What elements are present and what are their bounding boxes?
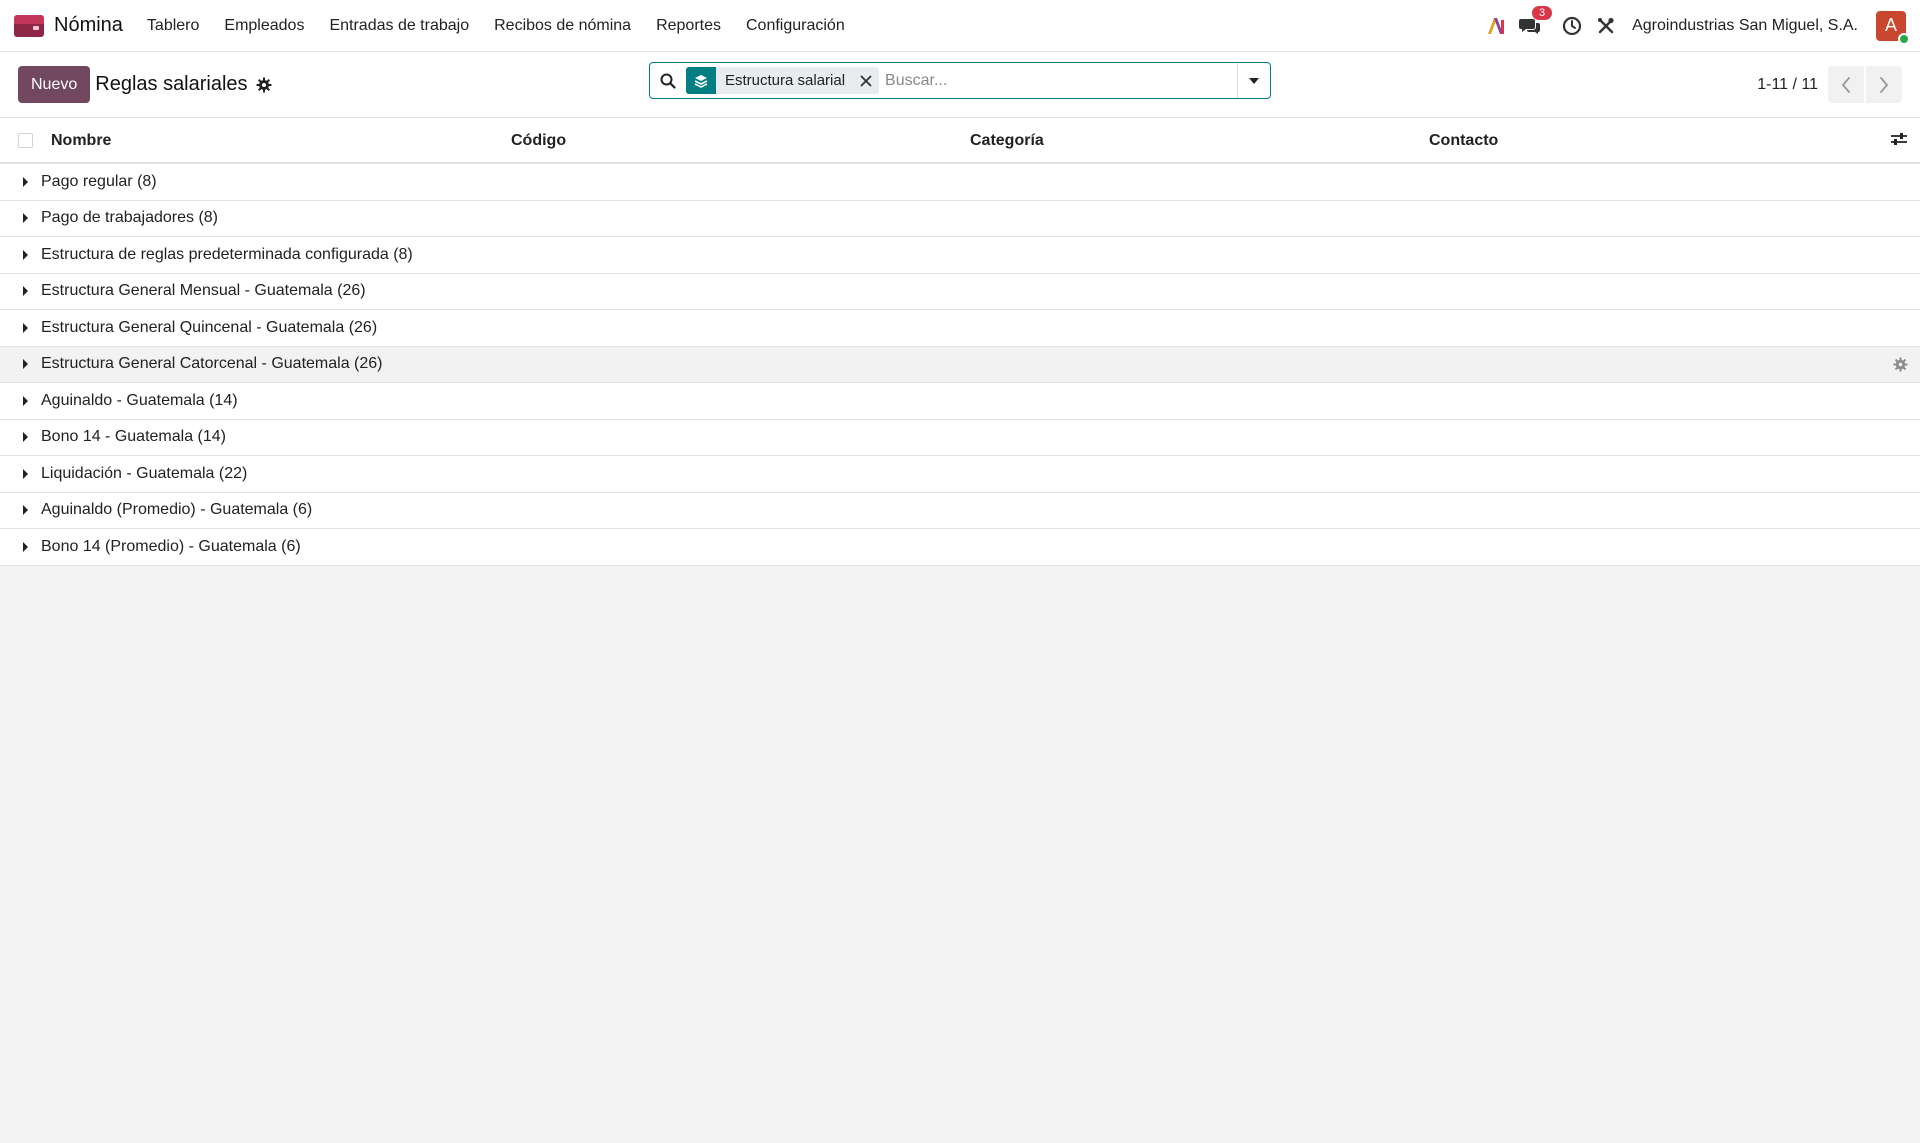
caret-right-icon: [23, 286, 28, 297]
column-header-contacto[interactable]: Contacto: [1429, 132, 1498, 150]
control-panel: Nuevo Reglas salariales Estructura salar…: [0, 52, 1920, 118]
group-label: Pago regular (8): [41, 172, 157, 190]
facet-label: Estructura salarial: [725, 72, 846, 89]
column-header-nombre[interactable]: Nombre: [51, 132, 111, 150]
group-config-gear-icon[interactable]: [1893, 356, 1908, 377]
column-header-categoria[interactable]: Categoría: [970, 132, 1044, 150]
caret-right-icon: [23, 395, 28, 406]
group-row[interactable]: Bono 14 (Promedio) - Guatemala (6): [0, 529, 1920, 566]
caret-right-icon: [23, 176, 28, 187]
avatar-letter: A: [1884, 15, 1897, 35]
caret-right-icon: [23, 359, 28, 370]
messages-count-badge: 3: [1532, 5, 1553, 20]
group-row[interactable]: Bono 14 - Guatemala (14): [0, 420, 1920, 456]
messages-icon[interactable]: 3: [1518, 5, 1553, 38]
column-header-codigo[interactable]: Código: [511, 132, 566, 150]
actions-gear-icon[interactable]: [256, 77, 272, 93]
ai-assistant-icon[interactable]: [1484, 14, 1508, 38]
group-row[interactable]: Estructura de reglas predeterminada conf…: [0, 237, 1920, 274]
search-bar: Estructura salarial: [649, 62, 1271, 99]
group-label: Bono 14 - Guatemala (14): [41, 428, 226, 446]
search-facet-group-by: Estructura salarial: [686, 67, 880, 94]
chevron-right-icon: [1880, 76, 1889, 93]
caret-right-icon: [23, 505, 28, 516]
pager: 1-11 / 11: [1757, 66, 1902, 103]
caret-right-icon: [23, 213, 28, 224]
search-icon[interactable]: [650, 73, 686, 89]
search-input[interactable]: [885, 63, 1237, 98]
user-avatar[interactable]: A: [1876, 10, 1910, 45]
group-label: Estructura General Quincenal - Guatemala…: [41, 318, 378, 336]
group-row[interactable]: Aguinaldo (Promedio) - Guatemala (6): [0, 493, 1920, 529]
group-label: Pago de trabajadores (8): [41, 209, 218, 227]
menu-item-tablero[interactable]: Tablero: [147, 17, 199, 35]
salary-rules-list: Nombre Código Categoría Contacto Pago re…: [0, 118, 1920, 566]
group-row[interactable]: Liquidación - Guatemala (22): [0, 456, 1920, 493]
group-label: Estructura de reglas predeterminada conf…: [41, 245, 413, 263]
select-all-checkbox[interactable]: [18, 132, 33, 148]
caret-right-icon: [23, 322, 28, 333]
caret-right-icon: [23, 468, 28, 479]
caret-right-icon: [23, 432, 28, 443]
page-title: Reglas salariales: [95, 73, 248, 95]
group-row[interactable]: Pago de trabajadores (8): [0, 201, 1920, 237]
new-button[interactable]: Nuevo: [18, 66, 91, 103]
search-options-toggle[interactable]: [1237, 63, 1270, 98]
payroll-app-icon[interactable]: [14, 14, 44, 37]
caret-right-icon: [23, 541, 28, 552]
group-label: Liquidación - Guatemala (22): [41, 464, 248, 482]
pager-value[interactable]: 1-11 / 11: [1757, 76, 1818, 94]
navbar-systray: 3 Agroindustrias San Miguel, S.A. A: [1474, 5, 1910, 45]
list-header: Nombre Código Categoría Contacto: [0, 118, 1920, 164]
menu-item-recibos-de-nomina[interactable]: Recibos de nómina: [494, 17, 631, 35]
optional-columns-sliders-icon[interactable]: [1890, 131, 1908, 152]
activity-clock-icon[interactable]: [1560, 14, 1584, 38]
menu-item-configuracion[interactable]: Configuración: [746, 17, 845, 35]
chevron-left-icon: [1841, 76, 1850, 93]
layers-icon: [686, 67, 716, 94]
group-label: Aguinaldo (Promedio) - Guatemala (6): [41, 501, 313, 519]
group-label: Bono 14 (Promedio) - Guatemala (6): [41, 537, 301, 555]
group-row[interactable]: Estructura General Quincenal - Guatemala…: [0, 310, 1920, 347]
group-rows: Pago regular (8) Pago de trabajadores (8…: [0, 164, 1920, 566]
caret-down-icon: [1249, 77, 1259, 84]
top-navbar: Nómina Tablero Empleados Entradas de tra…: [0, 0, 1920, 52]
group-row[interactable]: Pago regular (8): [0, 164, 1920, 201]
group-label: Estructura General Mensual - Guatemala (…: [41, 282, 366, 300]
company-switcher[interactable]: Agroindustrias San Miguel, S.A.: [1632, 17, 1858, 35]
app-name[interactable]: Nómina: [54, 14, 123, 37]
facet-remove-icon[interactable]: [855, 75, 877, 87]
debug-tools-icon[interactable]: [1594, 14, 1618, 38]
group-row[interactable]: Estructura General Catorcenal - Guatemal…: [0, 346, 1920, 383]
pager-previous-button[interactable]: [1828, 66, 1864, 103]
online-status-icon: [1898, 32, 1910, 45]
group-label: Estructura General Catorcenal - Guatemal…: [41, 355, 383, 373]
menu-item-empleados[interactable]: Empleados: [224, 17, 304, 35]
group-label: Aguinaldo - Guatemala (14): [41, 391, 238, 409]
group-row[interactable]: Estructura General Mensual - Guatemala (…: [0, 274, 1920, 310]
group-row[interactable]: Aguinaldo - Guatemala (14): [0, 383, 1920, 420]
caret-right-icon: [23, 249, 28, 260]
menu-item-entradas-de-trabajo[interactable]: Entradas de trabajo: [329, 17, 469, 35]
pager-next-button[interactable]: [1866, 66, 1902, 103]
select-all-cell: [0, 132, 51, 148]
menu-item-reportes[interactable]: Reportes: [656, 17, 721, 35]
